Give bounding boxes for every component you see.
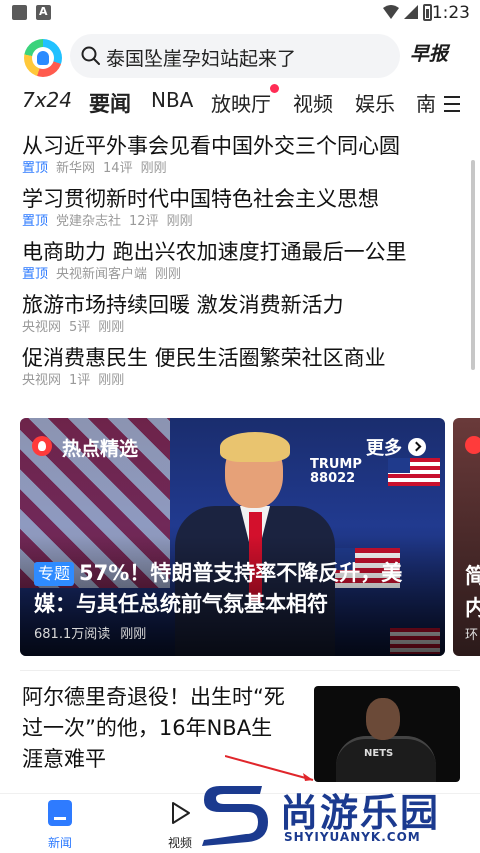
search-icon xyxy=(81,46,100,65)
channel-tabs: 7x24 要闻 NBA 放映厅 视频 娱乐 南 xyxy=(0,86,480,120)
fire-icon xyxy=(32,436,52,456)
headline-source: 央视新闻客户端 xyxy=(56,267,148,282)
hot-picks-card[interactable]: TRUMP 88022 热点精选 更多 57%！特朗普支持率不降反升，美媒：与其任… xyxy=(20,418,445,656)
list-item[interactable]: 电商助力 跑出兴农加速度打通最后一公里 置顶 央视新闻客户端 刚刚 xyxy=(22,238,462,291)
next-hot-card[interactable]: 简 内 环 xyxy=(453,418,480,656)
morning-news-button[interactable]: 早报 xyxy=(410,39,448,66)
list-item[interactable]: 旅游市场持续回暖 激发消费新活力 央视网 5评 刚刚 xyxy=(22,291,462,344)
headline-title: 促消费惠民生 便民生活圈繁荣社区商业 xyxy=(22,346,386,370)
watermark-url: SHYIYUANYK.COM xyxy=(284,830,421,844)
card-headline: 57%！特朗普支持率不降反升，美媒：与其任总统前气氛基本相符 xyxy=(34,561,403,616)
headline-source: 党建杂志社 xyxy=(56,214,122,229)
headline-title: 电商助力 跑出兴农加速度打通最后一公里 xyxy=(22,240,407,264)
headline-time: 刚刚 xyxy=(166,214,193,229)
battery-icon xyxy=(423,4,432,21)
more-button[interactable]: 更多 xyxy=(366,434,402,460)
status-bar: 1:23 xyxy=(0,0,480,26)
headline-title: 旅游市场持续回暖 激发消费新活力 xyxy=(22,293,344,317)
flag-image xyxy=(388,458,440,486)
headline-time: 刚刚 xyxy=(98,320,125,335)
headline-meta: 央视网 1评 刚刚 xyxy=(22,372,462,390)
list-item[interactable]: 促消费惠民生 便民生活圈繁荣社区商业 央视网 1评 刚刚 xyxy=(22,344,462,397)
pinned-badge: 置顶 xyxy=(22,214,49,229)
wifi-icon xyxy=(383,5,399,19)
headline-meta: 央视网 5评 刚刚 xyxy=(22,319,462,337)
headline-comments: 12评 xyxy=(129,214,159,229)
tab-cinema[interactable]: 放映厅 xyxy=(211,88,271,117)
search-header: 泰国坠崖孕妇站起来了 早报 xyxy=(0,26,480,84)
headline-title: 学习贯彻新时代中国特色社会主义思想 xyxy=(22,187,379,211)
headline-meta: 置顶 新华网 14评 刚刚 xyxy=(22,160,462,178)
play-icon xyxy=(172,802,190,824)
tab-south[interactable]: 南 xyxy=(416,88,436,117)
watermark: 尚游乐园 SHYIYUANYK.COM xyxy=(200,778,480,853)
card-time: 刚刚 xyxy=(120,627,147,642)
next-card-text: 简 xyxy=(465,564,480,588)
list-item[interactable]: 学习贯彻新时代中国特色社会主义思想 置顶 党建杂志社 12评 刚刚 xyxy=(22,185,462,238)
headline-source: 新华网 xyxy=(56,161,96,176)
app-notification-icon xyxy=(36,5,51,20)
next-card-meta: 环 xyxy=(465,628,479,643)
notification-icon xyxy=(12,5,27,20)
signal-icon xyxy=(404,5,418,19)
headline-time: 刚刚 xyxy=(98,373,125,388)
tab-important[interactable]: 要闻 xyxy=(89,88,131,118)
hot-picks-title: 热点精选 xyxy=(62,438,139,460)
headline-comments: 1评 xyxy=(69,373,91,388)
news-icon xyxy=(48,800,72,826)
chevron-right-icon[interactable] xyxy=(408,438,426,456)
headline-meta: 置顶 党建杂志社 12评 刚刚 xyxy=(22,213,462,231)
pinned-badge: 置顶 xyxy=(22,161,49,176)
nav-news-label: 新闻 xyxy=(47,836,72,850)
next-card-text: 内 xyxy=(465,596,480,620)
topic-badge: 专题 xyxy=(34,562,75,586)
card-meta: 681.1万阅读 刚刚 xyxy=(34,623,146,642)
search-input[interactable]: 泰国坠崖孕妇站起来了 xyxy=(70,34,400,78)
headline-source: 央视网 xyxy=(22,373,62,388)
tab-video[interactable]: 视频 xyxy=(293,88,333,117)
divider xyxy=(20,670,460,671)
read-count: 681.1万阅读 xyxy=(34,627,111,642)
headline-list: 从习近平外事会见看中国外交三个同心圆 置顶 新华网 14评 刚刚 学习贯彻新时代中国特… xyxy=(22,132,462,397)
headline-comments: 5评 xyxy=(69,320,91,335)
headline-title: 从习近平外事会见看中国外交三个同心圆 xyxy=(22,134,400,158)
watermark-logo-icon xyxy=(202,786,268,846)
headline-source: 央视网 xyxy=(22,320,62,335)
tab-7x24[interactable]: 7x24 xyxy=(22,88,72,112)
search-query: 泰国坠崖孕妇站起来了 xyxy=(106,48,297,70)
headline-time: 刚刚 xyxy=(155,267,182,282)
new-dot-badge xyxy=(270,84,279,93)
list-item[interactable]: 从习近平外事会见看中国外交三个同心圆 置顶 新华网 14评 刚刚 xyxy=(22,132,462,185)
headline-meta: 置顶 央视新闻客户端 刚刚 xyxy=(22,266,462,284)
watermark-title: 尚游乐园 xyxy=(280,791,441,835)
headline-time: 刚刚 xyxy=(140,161,167,176)
nav-news[interactable]: 新闻 xyxy=(30,800,90,851)
tab-entertainment[interactable]: 娱乐 xyxy=(355,88,395,117)
headline-comments: 14评 xyxy=(103,161,133,176)
status-time: 1:23 xyxy=(431,3,470,23)
channel-menu-icon[interactable] xyxy=(444,96,460,117)
scrollbar[interactable] xyxy=(471,160,475,370)
app-logo-icon[interactable] xyxy=(24,39,62,77)
pinned-badge: 置顶 xyxy=(22,267,49,282)
article-thumbnail[interactable]: NETS xyxy=(314,686,460,782)
tab-nba[interactable]: NBA xyxy=(151,88,193,112)
fire-icon xyxy=(465,436,480,454)
